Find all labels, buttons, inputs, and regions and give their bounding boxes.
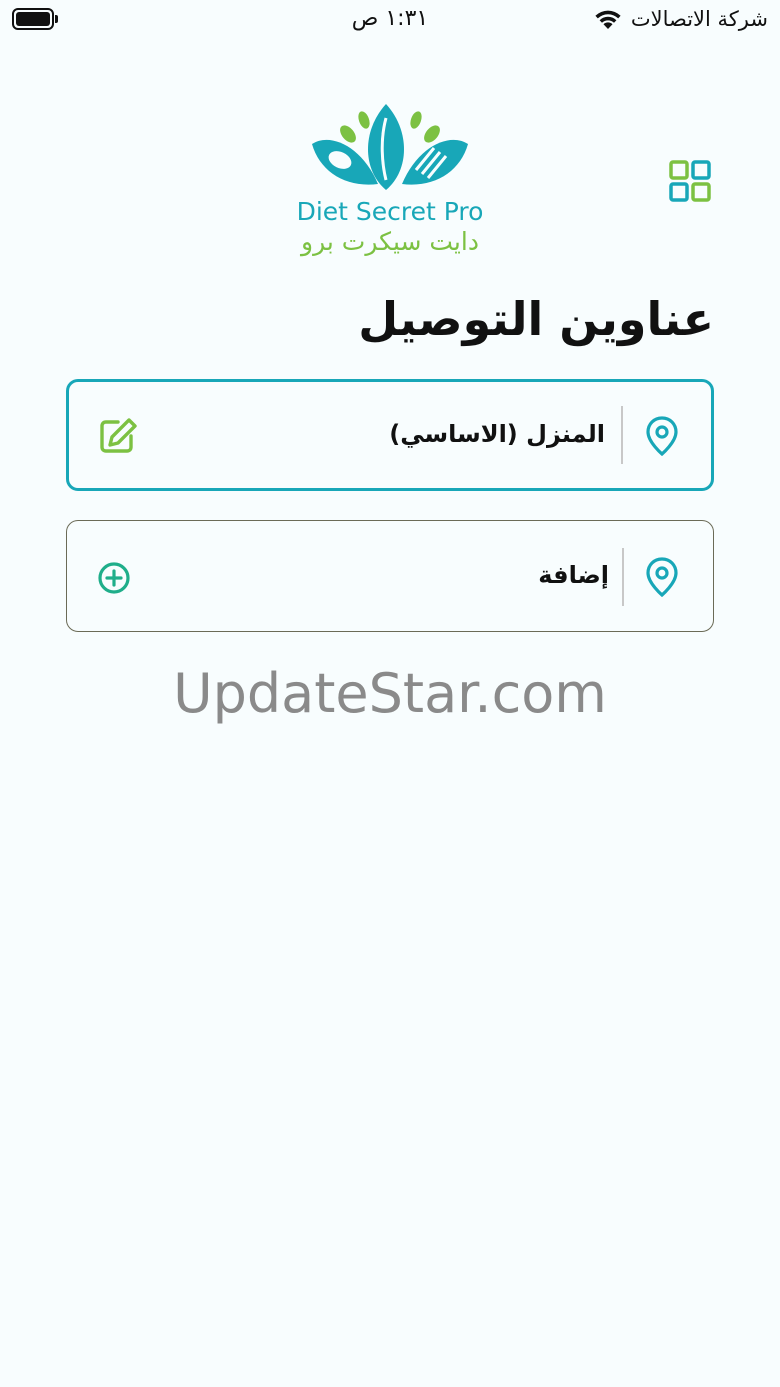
battery-icon bbox=[12, 8, 58, 30]
logo-arabic-text: دايت سيكرت برو bbox=[301, 227, 479, 256]
watermark-text: UpdateStar.com bbox=[173, 662, 607, 725]
app-logo: Diet Secret Pro دايت سيكرت برو bbox=[290, 100, 490, 260]
card-divider bbox=[621, 406, 623, 464]
grid-menu-icon[interactable] bbox=[669, 160, 711, 202]
edit-icon[interactable] bbox=[98, 417, 138, 455]
add-address-label: إضافة bbox=[538, 561, 609, 589]
add-circle-icon[interactable] bbox=[97, 561, 131, 595]
add-address-card[interactable]: إضافة bbox=[66, 520, 714, 632]
wifi-icon bbox=[595, 10, 621, 29]
location-pin-icon bbox=[646, 416, 678, 456]
delivery-addresses-screen: ١:٣١ ص شركة الاتصالات Diet Secret Pro دا… bbox=[0, 0, 780, 1387]
page-title: عناوين التوصيل bbox=[358, 292, 714, 346]
address-card-primary[interactable]: المنزل (الاساسي) bbox=[66, 379, 714, 491]
location-pin-icon bbox=[646, 557, 678, 597]
lotus-logo-icon bbox=[312, 104, 468, 190]
logo-english-text: Diet Secret Pro bbox=[296, 197, 484, 226]
address-label: المنزل (الاساسي) bbox=[389, 420, 605, 448]
status-right: شركة الاتصالات bbox=[593, 4, 768, 34]
status-bar: ١:٣١ ص شركة الاتصالات bbox=[0, 0, 780, 40]
carrier-name: شركة الاتصالات bbox=[630, 7, 768, 31]
status-time: ١:٣١ ص bbox=[351, 6, 429, 31]
card-divider bbox=[622, 548, 624, 606]
